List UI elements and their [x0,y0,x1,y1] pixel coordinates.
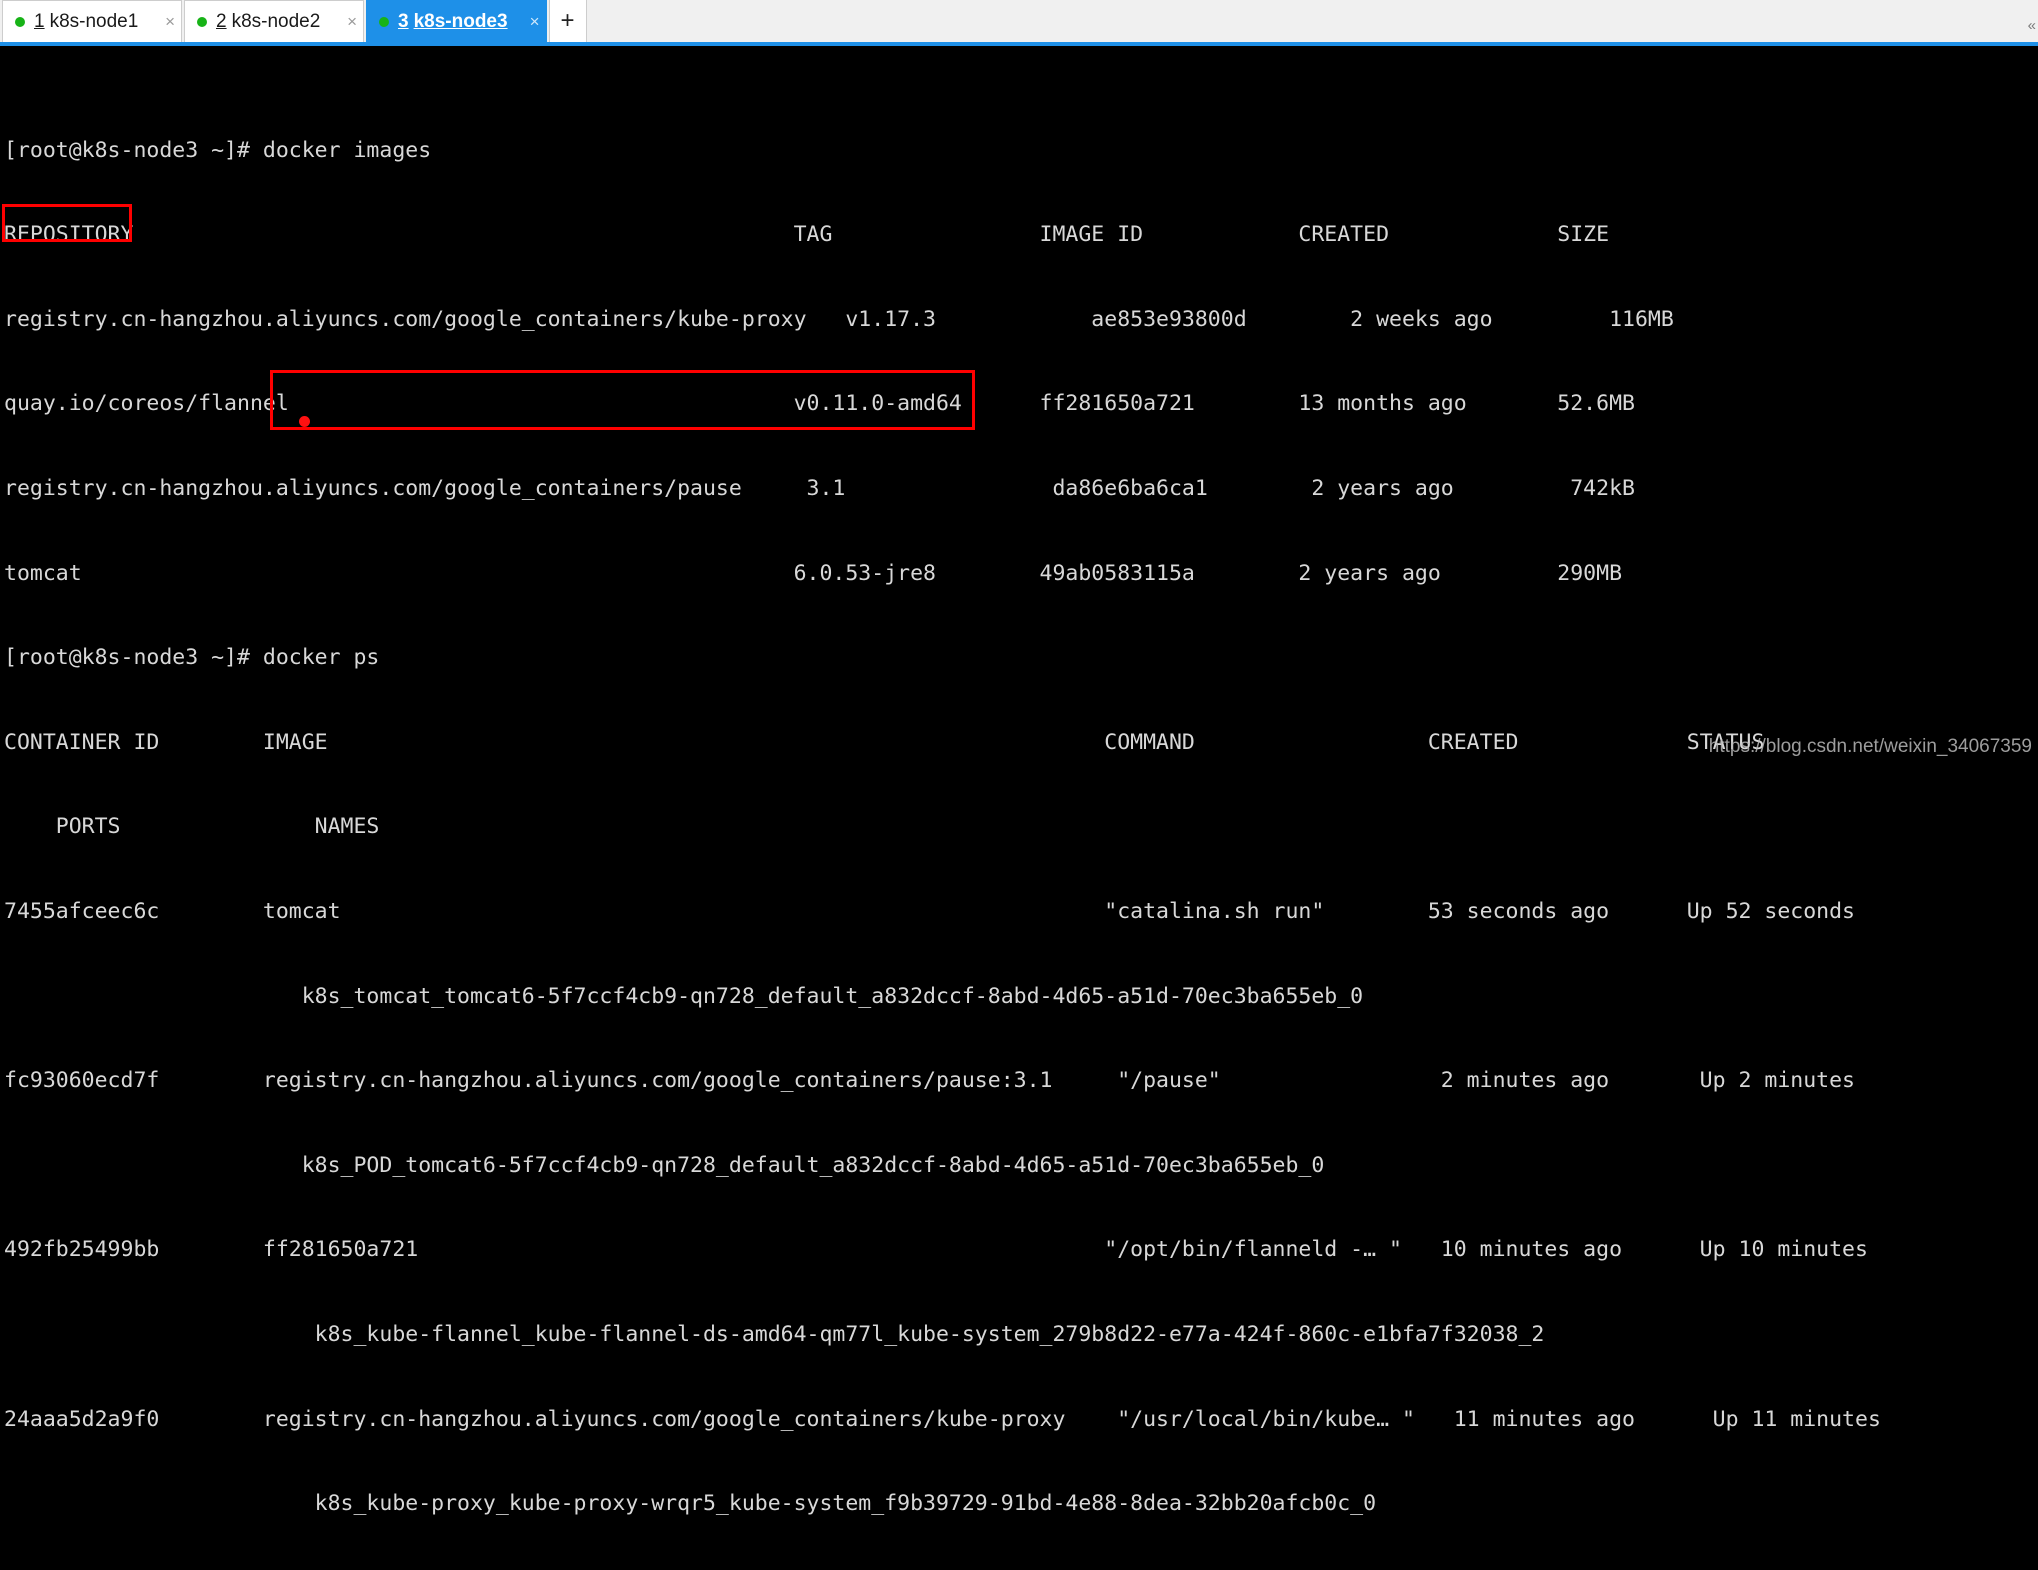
terminal-line: k8s_kube-flannel_kube-flannel-ds-amd64-q… [4,1321,1545,1347]
terminal-line: k8s_kube-proxy_kube-proxy-wrqr5_kube-sys… [4,1491,1377,1517]
terminal-line: registry.cn-hangzhou.aliyuncs.com/google… [4,475,1635,501]
terminal-line: [root@k8s-node3 ~]# docker ps [4,645,380,671]
green-dot-icon [197,16,207,27]
tab-label: k8s-node2 [231,10,321,32]
new-tab-button[interactable]: + [548,0,587,42]
terminal-line: 7455afceec6c tomcat "catalina.sh run" 53… [4,898,1856,924]
terminal-line: [root@k8s-node3 ~]# docker images [4,137,432,163]
tab-index: 3 [398,10,409,32]
close-icon[interactable]: × [325,13,357,30]
close-icon[interactable]: × [508,13,540,30]
terminal-line: 24aaa5d2a9f0 registry.cn-hangzhou.aliyun… [4,1406,1881,1432]
close-icon[interactable]: × [143,13,175,30]
tab-k8s-node2[interactable]: 2 k8s-node2 × [184,0,364,42]
terminal-line: 492fb25499bb ff281650a721 "/opt/bin/flan… [4,1237,1868,1263]
watermark-text: https://blog.csdn.net/weixin_34067359 [1708,735,2032,757]
terminal-line: REPOSITORY TAG IMAGE ID CREATED SIZE [4,222,1610,248]
green-dot-icon [379,16,389,27]
terminal-output[interactable]: [root@k8s-node3 ~]# docker images REPOSI… [0,46,2038,1516]
terminal-line: quay.io/coreos/flannel v0.11.0-amd64 ff2… [4,391,1635,417]
green-dot-icon [15,16,25,27]
tab-index: 2 [216,10,227,32]
terminal-line: k8s_tomcat_tomcat6-5f7ccf4cb9-qn728_defa… [4,983,1364,1009]
tab-label: k8s-node1 [49,10,139,32]
terminal-line: registry.cn-hangzhou.aliyuncs.com/google… [4,306,1674,332]
tab-k8s-node1[interactable]: 1 k8s-node1 × [2,0,182,42]
collapse-sidebar-icon[interactable]: « [2028,17,2036,34]
tab-k8s-node3[interactable]: 3 k8s-node3 × [366,0,547,42]
terminal-line: tomcat 6.0.53-jre8 49ab0583115a 2 years … [4,560,1623,586]
terminal-line: k8s_POD_tomcat6-5f7ccf4cb9-qn728_default… [4,1152,1325,1178]
terminal-line: PORTS NAMES [4,814,380,840]
tab-bar: 1 k8s-node1 × 2 k8s-node2 × 3 k8s-node3 … [0,0,2038,46]
tab-label: k8s-node3 [413,10,508,32]
red-dot-marker-icon [299,416,310,427]
tab-index: 1 [34,10,45,32]
terminal-line: fc93060ecd7f registry.cn-hangzhou.aliyun… [4,1068,1856,1094]
